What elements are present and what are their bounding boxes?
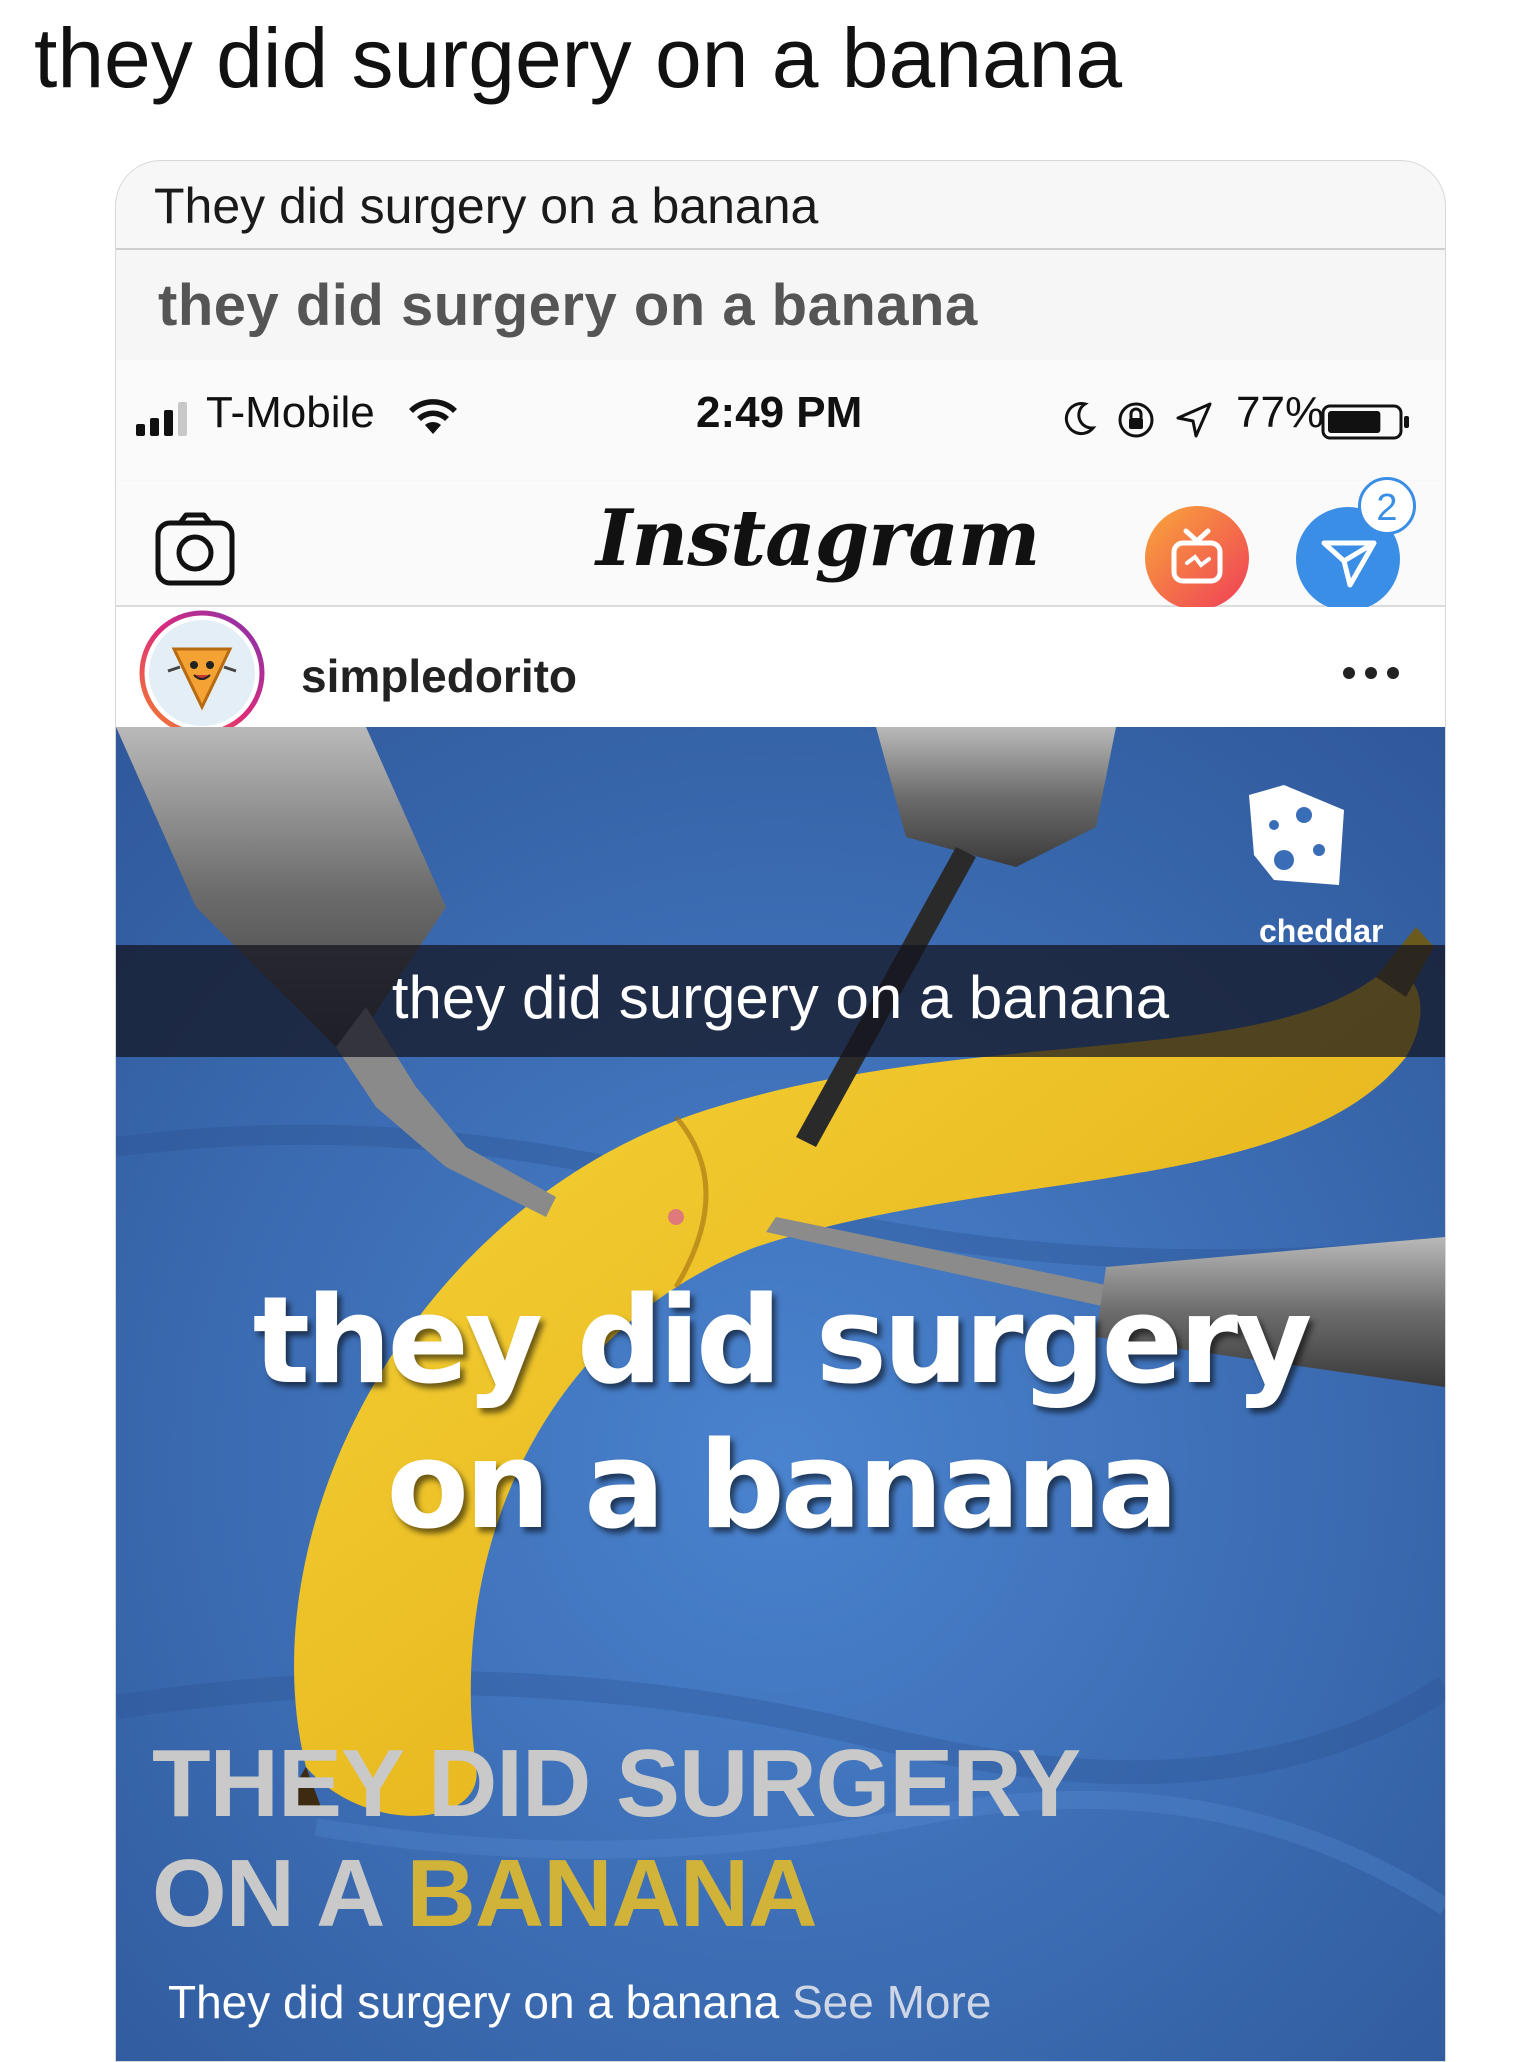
battery-percent: 77% — [1236, 388, 1325, 437]
tweet-text: they did surgery on a banana — [34, 11, 1123, 105]
big-caption-line1: they did surgery — [252, 1272, 1313, 1411]
caps-caption-line2-a: ON A — [152, 1840, 407, 1947]
clock: 2:49 PM — [696, 388, 863, 437]
screenshot-card: They did surgery on a banana they did su… — [115, 160, 1446, 2062]
username[interactable]: simpledorito — [301, 649, 577, 703]
post-caption-text: They did surgery on a banana — [168, 1976, 780, 2028]
rotation-lock-icon — [1118, 402, 1154, 438]
post-caption: They did surgery on a banana See More — [168, 1975, 991, 2029]
post-image[interactable]: cheddar they did surgery on a banana the… — [116, 727, 1445, 2061]
carrier-name: T-Mobile — [206, 388, 375, 437]
snap-caption: they did surgery on a banana — [391, 964, 1170, 1031]
cheddar-logo-icon — [1249, 785, 1344, 885]
snap-caption-bar: they did surgery on a banana — [116, 945, 1445, 1057]
camera-icon[interactable] — [154, 511, 236, 587]
caps-caption-line2: ON A BANANA — [152, 1839, 818, 1949]
see-more-link[interactable]: See More — [792, 1976, 991, 2028]
location-icon — [1176, 402, 1212, 438]
more-options-icon[interactable] — [1341, 665, 1401, 681]
igtv-icon[interactable] — [1144, 505, 1250, 611]
big-caption-line2: on a banana — [386, 1417, 1178, 1556]
notification-title: They did surgery on a banana — [154, 178, 819, 234]
signal-icon — [136, 402, 187, 436]
battery-icon — [1321, 404, 1409, 440]
search-bar[interactable]: they did surgery on a banana — [116, 250, 1445, 360]
caps-caption-line2-b: BANANA — [406, 1840, 818, 1947]
dm-badge: 2 — [1358, 477, 1416, 535]
caps-caption-line1: THEY DID SURGERY — [152, 1730, 1081, 1837]
search-text: they did surgery on a banana — [158, 273, 978, 338]
moon-icon — [1064, 402, 1097, 436]
instagram-header: Instagram 2 — [116, 477, 1445, 611]
avatar[interactable] — [136, 609, 268, 737]
status-bar: T-Mobile 2:49 PM 77% — [116, 360, 1445, 480]
wifi-icon — [409, 399, 457, 434]
instagram-logo: Instagram — [596, 493, 1040, 584]
